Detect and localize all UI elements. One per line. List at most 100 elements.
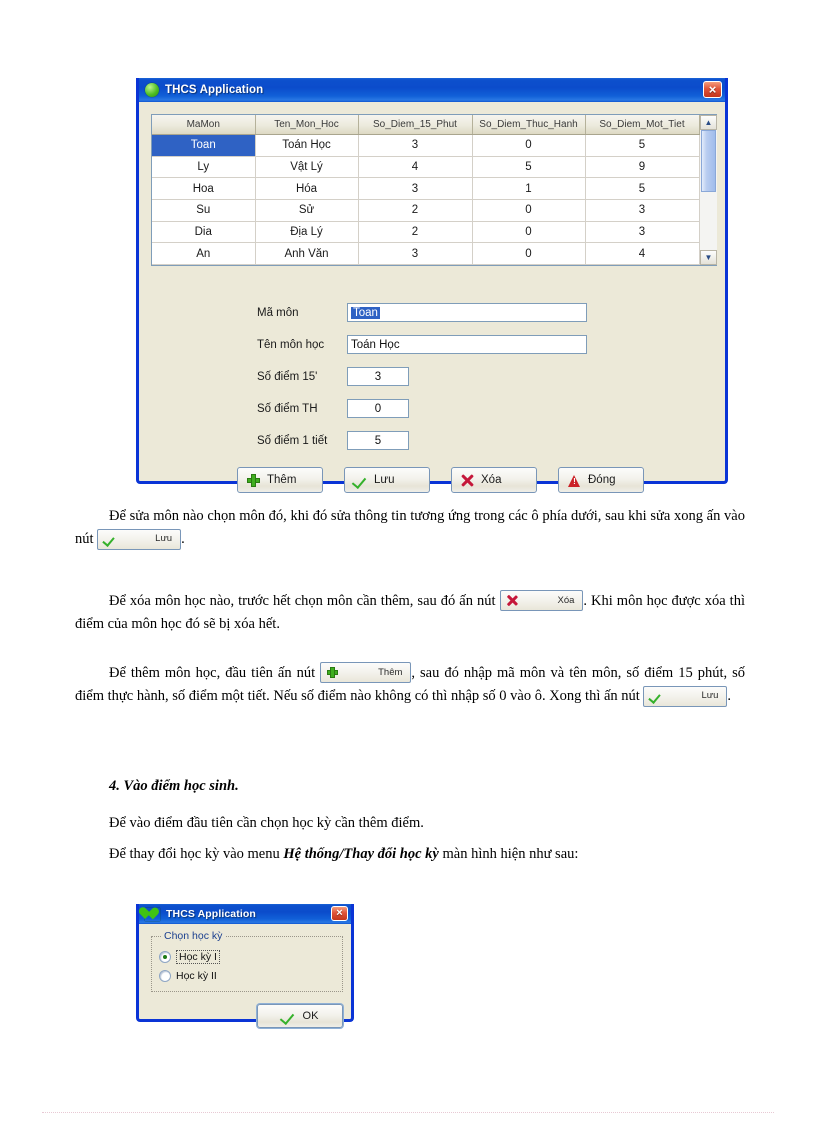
semester-groupbox-title: Chọn học kỳ xyxy=(161,930,226,942)
paragraph-4: Để vào điểm đầu tiên cần chọn học kỳ cần… xyxy=(109,815,424,831)
cell-d15[interactable]: 4 xyxy=(358,156,473,179)
cell-d15[interactable]: 3 xyxy=(358,242,473,265)
semester-groupbox: Chọn học kỳ Học kỳ I Học kỳ II xyxy=(151,930,343,992)
inline-save-button[interactable]: Lưu xyxy=(97,528,182,550)
close-button-label: Đóng xyxy=(588,474,616,486)
cell-dth[interactable]: 0 xyxy=(472,221,586,244)
cell-mamon[interactable]: An xyxy=(152,242,256,265)
close-button[interactable]: Đóng xyxy=(558,467,644,493)
diem-15-input[interactable]: 3 xyxy=(347,367,409,386)
cell-mamon[interactable]: Dia xyxy=(152,221,256,244)
table-row[interactable]: Ly Vật Lý 4 5 9 xyxy=(152,156,700,179)
table-row[interactable]: Hoa Hóa 3 1 5 xyxy=(152,177,700,200)
section-heading-4: 4. Vào điểm học sinh. xyxy=(109,778,239,794)
semester-dialog-body: Chọn học kỳ Học kỳ I Học kỳ II OK xyxy=(139,924,351,1039)
cell-d1t[interactable]: 5 xyxy=(585,134,700,157)
cell-dth[interactable]: 0 xyxy=(472,199,586,222)
paragraph-1: Để sửa môn nào chọn môn đó, khi đó sửa t… xyxy=(75,505,745,552)
field-row-diem-th: Số điểm TH 0 xyxy=(257,398,597,419)
cell-d15[interactable]: 2 xyxy=(358,221,473,244)
paragraph-enter-scores: Để vào điểm đầu tiên cần chọn học kỳ cần… xyxy=(75,812,745,835)
column-header-sodiemmottiet[interactable]: So_Diem_Mot_Tiet xyxy=(585,115,700,135)
cell-ten[interactable]: Sử xyxy=(255,199,359,222)
cell-dth[interactable]: 1 xyxy=(472,177,586,200)
subjects-datagrid[interactable]: MaMon Ten_Mon_Hoc So_Diem_15_Phut So_Die… xyxy=(151,114,717,266)
inline-save-button-2[interactable]: Lưu xyxy=(643,685,728,707)
vertical-scrollbar[interactable]: ▲ ▼ xyxy=(699,115,717,265)
cell-d1t[interactable]: 9 xyxy=(585,156,700,179)
title-bar[interactable]: THCS Application × xyxy=(139,78,725,102)
cell-d1t[interactable]: 3 xyxy=(585,199,700,222)
cell-mamon[interactable]: Ly xyxy=(152,156,256,179)
cell-d1t[interactable]: 5 xyxy=(585,177,700,200)
inline-delete-button[interactable]: Xóa xyxy=(499,590,584,612)
ma-mon-input[interactable]: Toan xyxy=(347,303,587,322)
cell-mamon[interactable]: Su xyxy=(152,199,256,222)
paragraph-2: Để xóa môn học nào, trước hết chọn môn c… xyxy=(75,590,745,637)
cell-ten[interactable]: Vật Lý xyxy=(255,156,359,179)
check-icon xyxy=(282,1010,295,1023)
radio-icon-selected[interactable] xyxy=(159,951,171,963)
check-icon xyxy=(650,691,661,702)
ok-button[interactable]: OK xyxy=(257,1004,343,1028)
radio-option-hoc-ky-2[interactable]: Học kỳ II xyxy=(159,970,217,982)
field-row-ten-mon-hoc: Tên môn học Toán Học xyxy=(257,334,597,355)
inline-delete-label: Xóa xyxy=(557,594,575,606)
check-icon xyxy=(104,534,115,545)
column-header-sodiemthuchanh[interactable]: So_Diem_Thuc_Hanh xyxy=(472,115,586,135)
ten-mon-hoc-label: Tên môn học xyxy=(257,338,325,351)
page-footer-divider xyxy=(42,1112,774,1113)
ok-button-label: OK xyxy=(302,1010,319,1022)
semester-window-title: THCS Application xyxy=(166,908,256,920)
radio-option-hoc-ky-1[interactable]: Học kỳ I xyxy=(159,950,220,964)
table-row[interactable]: An Anh Văn 3 0 4 xyxy=(152,242,700,265)
save-button[interactable]: Lưu xyxy=(344,467,430,493)
close-icon[interactable]: × xyxy=(703,81,722,98)
table-row[interactable]: Su Sử 2 0 3 xyxy=(152,199,700,222)
table-row[interactable]: Toan Toán Học 3 0 5 xyxy=(152,134,700,157)
diem-th-label: Số điểm TH xyxy=(257,402,318,415)
diem-1-tiet-input[interactable]: 5 xyxy=(347,431,409,450)
cell-d1t[interactable]: 3 xyxy=(585,221,700,244)
diem-15-label: Số điểm 15' xyxy=(257,370,318,383)
close-icon[interactable]: × xyxy=(331,906,348,921)
paragraph-3-text-c: . xyxy=(727,688,732,705)
cell-d15[interactable]: 2 xyxy=(358,199,473,222)
scroll-up-icon[interactable]: ▲ xyxy=(700,115,717,130)
scrollbar-track[interactable] xyxy=(700,130,717,250)
cell-mamon[interactable]: Toan xyxy=(152,134,256,157)
paragraph-edit-subject: Để sửa môn nào chọn môn đó, khi đó sửa t… xyxy=(75,505,745,552)
paragraph-1-text-b: . xyxy=(181,531,185,548)
radio-icon-unselected[interactable] xyxy=(159,970,171,982)
semester-selection-window: THCS Application × Chọn học kỳ Học kỳ I … xyxy=(136,904,354,1028)
cell-d15[interactable]: 3 xyxy=(358,134,473,157)
cell-ten[interactable]: Hóa xyxy=(255,177,359,200)
cell-dth[interactable]: 0 xyxy=(472,134,586,157)
cell-ten[interactable]: Địa Lý xyxy=(255,221,359,244)
ten-mon-hoc-input[interactable]: Toán Học xyxy=(347,335,587,354)
cell-d1t[interactable]: 4 xyxy=(585,242,700,265)
paragraph-2-text-a: Để xóa môn học nào, trước hết chọn môn c… xyxy=(109,593,500,609)
cell-dth[interactable]: 0 xyxy=(472,242,586,265)
cell-ten[interactable]: Anh Văn xyxy=(255,242,359,265)
cell-dth[interactable]: 5 xyxy=(472,156,586,179)
dialog-button-row: Thêm Lưu Xóa Đóng xyxy=(237,467,644,493)
add-button[interactable]: Thêm xyxy=(237,467,323,493)
paragraph-delete-subject: Để xóa môn học nào, trước hết chọn môn c… xyxy=(75,590,745,637)
column-header-mamon[interactable]: MaMon xyxy=(152,115,256,135)
cell-ten[interactable]: Toán Học xyxy=(255,134,359,157)
semester-title-bar[interactable]: THCS Application × xyxy=(139,904,351,924)
inline-save-label-2: Lưu xyxy=(701,690,719,702)
field-row-ma-mon: Mã môn Toan xyxy=(257,302,597,323)
diem-th-input[interactable]: 0 xyxy=(347,399,409,418)
paragraph-5: Để thay đổi học kỳ vào menu Hệ thống/Tha… xyxy=(75,843,745,866)
cell-d15[interactable]: 3 xyxy=(358,177,473,200)
cell-mamon[interactable]: Hoa xyxy=(152,177,256,200)
column-header-tenmonhoc[interactable]: Ten_Mon_Hoc xyxy=(255,115,359,135)
table-row[interactable]: Dia Địa Lý 2 0 3 xyxy=(152,221,700,244)
delete-button[interactable]: Xóa xyxy=(451,467,537,493)
scroll-down-icon[interactable]: ▼ xyxy=(700,250,717,265)
column-header-sodiem15phut[interactable]: So_Diem_15_Phut xyxy=(358,115,473,135)
scrollbar-thumb[interactable] xyxy=(701,130,716,192)
inline-add-button[interactable]: Thêm xyxy=(320,662,412,684)
